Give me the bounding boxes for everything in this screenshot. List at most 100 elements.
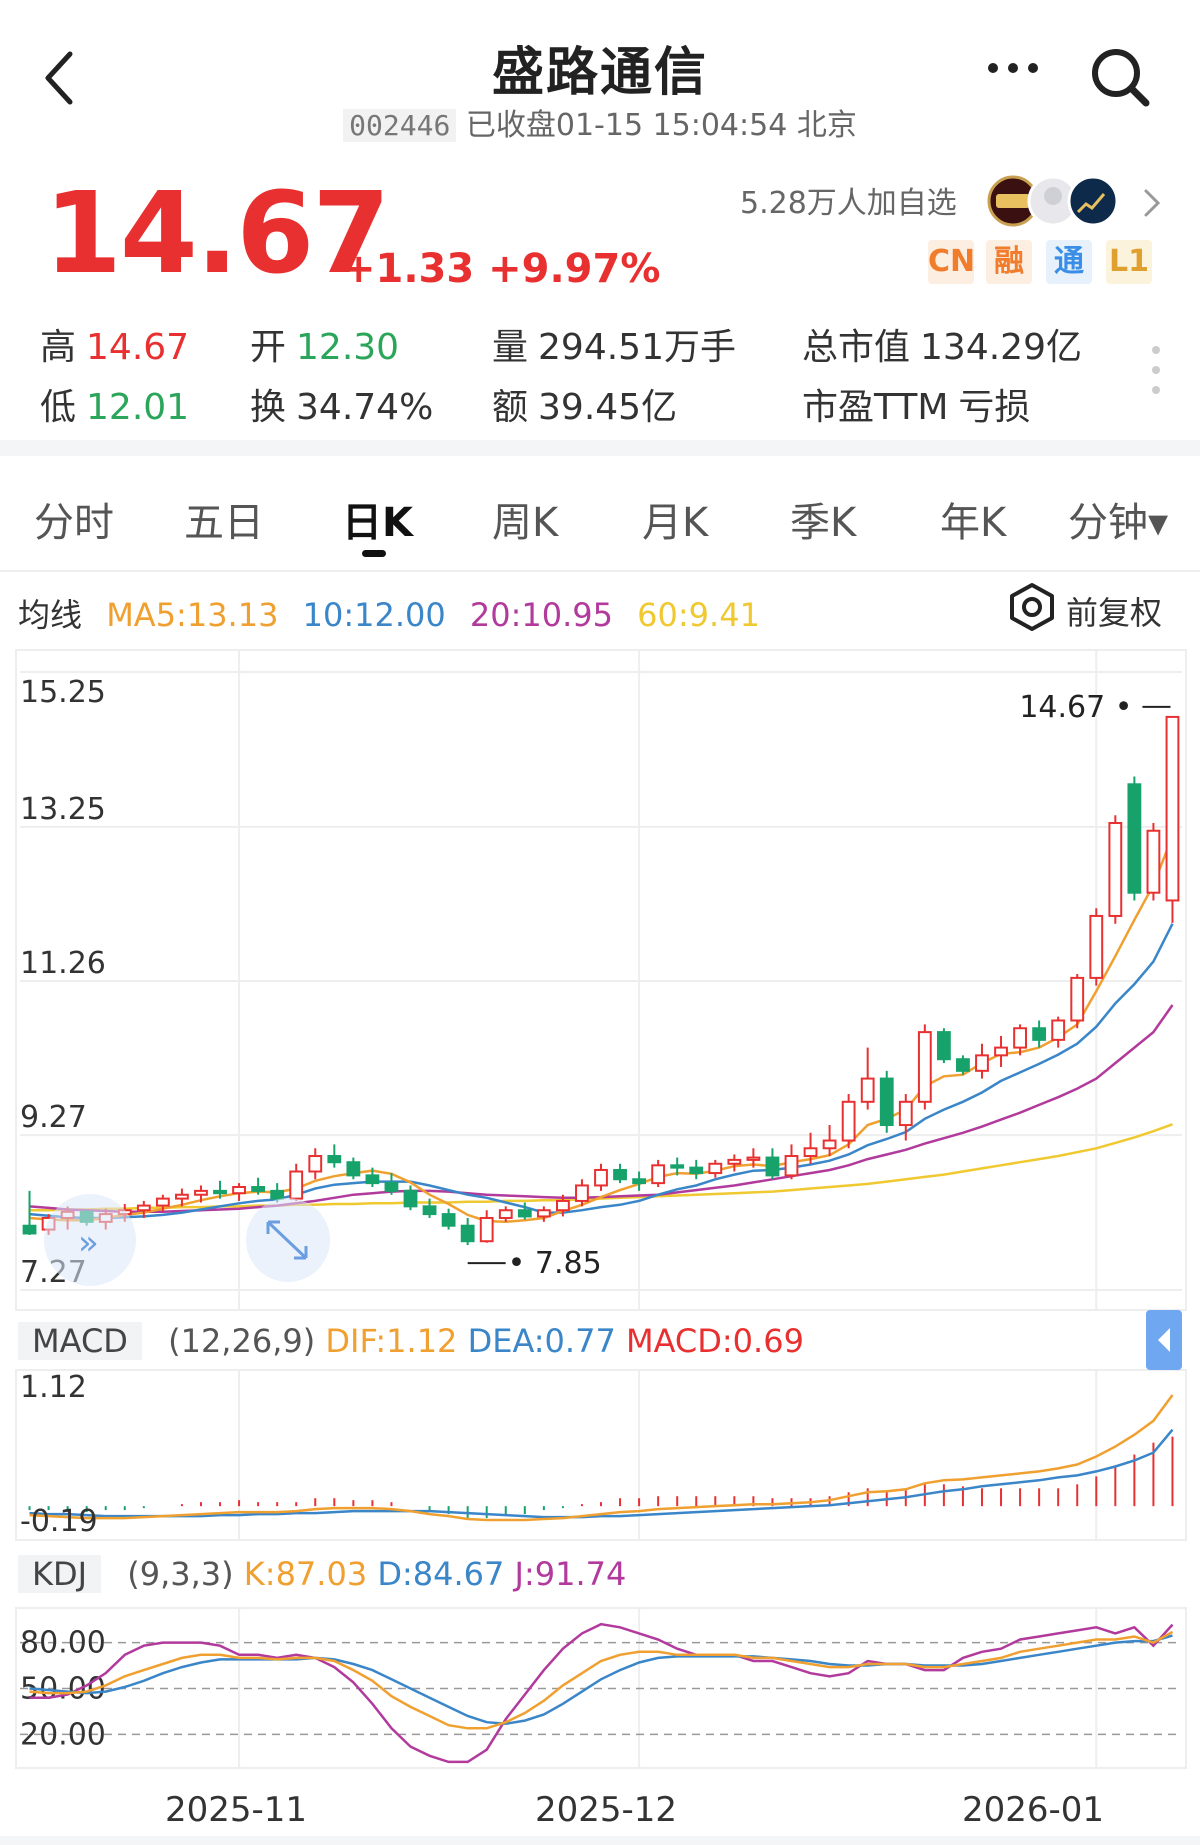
x-label-2026-01: 2026-01 bbox=[962, 1790, 1105, 1830]
price-tick-label: 11.26 bbox=[20, 946, 106, 981]
candle bbox=[822, 1125, 837, 1157]
kdj-label[interactable]: KDJ bbox=[18, 1555, 102, 1593]
candle-body bbox=[1051, 1019, 1066, 1041]
candle-body bbox=[1146, 829, 1161, 894]
watchlist-count[interactable]: 5.28万人加自选 bbox=[740, 178, 957, 222]
macd-tick-label: 1.12 bbox=[20, 1370, 87, 1405]
candle-body bbox=[975, 1054, 989, 1072]
search-icon[interactable] bbox=[1088, 45, 1152, 109]
candle bbox=[1146, 823, 1161, 901]
chevron-right-icon[interactable] bbox=[1140, 183, 1164, 223]
macd-panel: 1.12 -0.19 bbox=[20, 1370, 1174, 1539]
ma60-value: 60:9.41 bbox=[637, 596, 760, 634]
candle bbox=[860, 1047, 875, 1110]
candle bbox=[841, 1094, 856, 1149]
candle-body bbox=[879, 1077, 894, 1127]
kdj-d: D:84.67 bbox=[377, 1555, 505, 1593]
tab-monthly-k[interactable]: 月K bbox=[642, 490, 708, 548]
candle bbox=[498, 1206, 513, 1222]
candle-body bbox=[155, 1197, 170, 1207]
tab-minute[interactable]: 分钟▾ bbox=[1068, 490, 1168, 548]
candle-body bbox=[917, 1031, 932, 1103]
candle-body bbox=[422, 1205, 437, 1216]
kdj-k: K:87.03 bbox=[243, 1555, 368, 1593]
tab-daily-k[interactable]: 日K bbox=[342, 490, 413, 548]
candle-body bbox=[956, 1058, 970, 1072]
tab-five-day[interactable]: 五日 bbox=[184, 490, 264, 548]
kline-chart[interactable]: 15.2513.2511.269.277.27 14.67 •• 7.85 1.… bbox=[0, 640, 1200, 1835]
kdj-tick-label: 80.00 bbox=[20, 1626, 106, 1661]
kdj-panel: 80.0050.0020.00 bbox=[20, 1622, 1182, 1764]
tab-intraday[interactable]: 分时 bbox=[34, 490, 114, 548]
candle-body bbox=[860, 1077, 875, 1103]
stat-volume: 量 294.51万手 bbox=[492, 327, 736, 368]
x-label-2025-12: 2025-12 bbox=[535, 1790, 678, 1830]
candle bbox=[1089, 908, 1104, 986]
candle bbox=[727, 1154, 742, 1172]
stock-code: 002446 bbox=[343, 109, 457, 142]
candle-body bbox=[175, 1193, 189, 1200]
candle bbox=[1032, 1020, 1047, 1048]
macd-label[interactable]: MACD bbox=[18, 1322, 142, 1360]
candle-body bbox=[517, 1209, 532, 1218]
candle-body bbox=[841, 1100, 856, 1142]
collapse-panel-button[interactable] bbox=[1146, 1310, 1182, 1370]
settings-hexagon-icon[interactable] bbox=[1008, 582, 1056, 632]
candle-body bbox=[1032, 1027, 1047, 1041]
candle-body bbox=[1089, 914, 1104, 979]
candle bbox=[613, 1163, 627, 1184]
candles: 14.67 • • 7.85 bbox=[22, 690, 1180, 1281]
macd-params: (12,26,9) bbox=[168, 1322, 316, 1360]
more-vertical-icon[interactable] bbox=[1148, 342, 1164, 398]
candle bbox=[784, 1144, 799, 1180]
candle-body bbox=[22, 1224, 37, 1235]
candle bbox=[765, 1148, 780, 1180]
candle bbox=[632, 1171, 647, 1191]
candle-body bbox=[460, 1224, 475, 1243]
candle-body bbox=[898, 1100, 913, 1127]
candle-body bbox=[308, 1155, 323, 1173]
tab-yearly-k[interactable]: 年K bbox=[940, 490, 1006, 548]
stat-high: 高 14.67 bbox=[40, 327, 190, 368]
more-options-icon[interactable] bbox=[985, 58, 1041, 78]
candle bbox=[1127, 776, 1142, 901]
max-price-label: 14.67 • bbox=[1019, 690, 1132, 725]
candle bbox=[460, 1217, 475, 1246]
price-tick-label: 15.25 bbox=[20, 675, 106, 710]
min-price-label: • 7.85 bbox=[508, 1246, 602, 1281]
candle-body bbox=[708, 1162, 723, 1175]
tab-weekly-k[interactable]: 周K bbox=[492, 490, 558, 548]
candle-body bbox=[803, 1147, 818, 1158]
ma10-value: 10:12.00 bbox=[302, 596, 446, 634]
tag-margin: 融 bbox=[986, 240, 1032, 284]
candle-body bbox=[194, 1189, 208, 1196]
kdj-j-line bbox=[29, 1622, 1174, 1764]
candle bbox=[975, 1043, 989, 1079]
candle bbox=[1108, 815, 1123, 924]
candle-body bbox=[746, 1156, 761, 1161]
tab-quarterly-k[interactable]: 季K bbox=[790, 490, 856, 548]
stat-amount: 额 39.45亿 bbox=[492, 387, 678, 428]
double-chevron-icon: » bbox=[78, 1223, 99, 1263]
tag-l1: L1 bbox=[1106, 240, 1152, 284]
candle-body bbox=[270, 1189, 285, 1200]
price-tick-label: 9.27 bbox=[20, 1100, 87, 1135]
candle-body bbox=[1108, 822, 1123, 917]
stock-status-line: 002446 已收盘01-15 15:04:54 北京 bbox=[0, 100, 1200, 144]
candle-body bbox=[1127, 783, 1142, 894]
watcher-avatars[interactable] bbox=[986, 174, 1126, 228]
ma5-value: MA5:13.13 bbox=[106, 596, 279, 634]
candle bbox=[708, 1159, 723, 1178]
adjust-type-label[interactable]: 前复权 bbox=[1066, 588, 1162, 634]
macd-value: MACD:0.69 bbox=[625, 1322, 804, 1360]
candle-body bbox=[784, 1155, 799, 1177]
kdj-params: (9,3,3) bbox=[127, 1555, 234, 1593]
candle bbox=[936, 1028, 951, 1064]
kdj-tick-label: 20.00 bbox=[20, 1717, 106, 1752]
candle-body bbox=[1070, 976, 1085, 1022]
candle-body bbox=[575, 1184, 589, 1202]
candle-body bbox=[1165, 715, 1180, 902]
x-label-2025-11: 2025-11 bbox=[165, 1790, 308, 1830]
candle bbox=[879, 1070, 894, 1133]
candle-body bbox=[289, 1170, 304, 1200]
